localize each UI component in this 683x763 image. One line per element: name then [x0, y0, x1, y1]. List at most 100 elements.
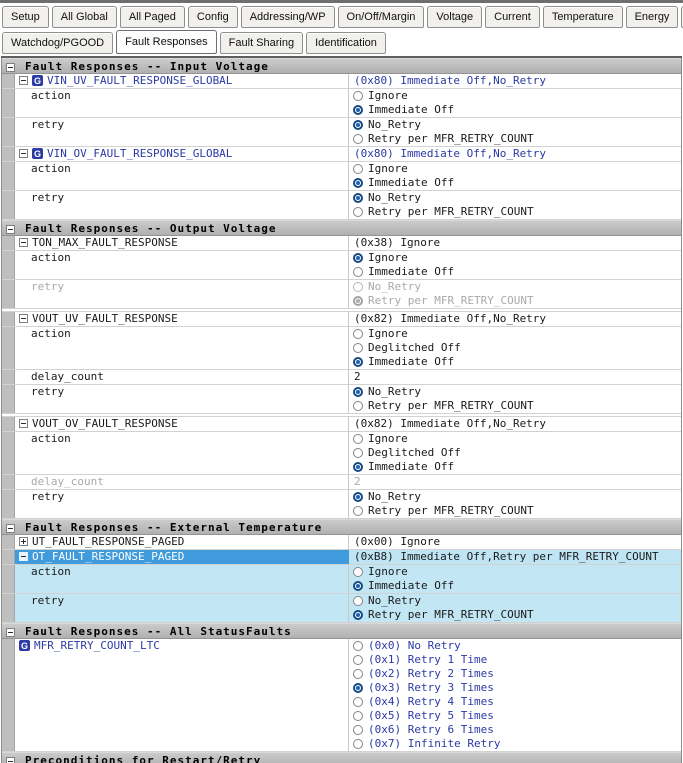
radio-option[interactable]: Retry per MFR_RETRY_COUNT: [349, 132, 681, 146]
radio-icon[interactable]: [353, 207, 363, 217]
radio-icon[interactable]: [353, 669, 363, 679]
radio-option[interactable]: (0x4) Retry 4 Times: [349, 695, 681, 709]
radio-icon[interactable]: [353, 329, 363, 339]
radio-option[interactable]: Retry per MFR_RETRY_COUNT: [349, 205, 681, 219]
radio-selected-icon[interactable]: [353, 462, 363, 472]
collapse-icon[interactable]: [19, 419, 28, 428]
radio-icon[interactable]: [353, 434, 363, 444]
tab-current[interactable]: Current: [485, 6, 540, 28]
radio-option[interactable]: Ignore: [349, 432, 681, 446]
radio-icon[interactable]: [353, 725, 363, 735]
expand-icon[interactable]: [19, 537, 28, 546]
radio-icon[interactable]: [353, 655, 363, 665]
radio-icon[interactable]: [353, 134, 363, 144]
radio-option[interactable]: No_Retry: [349, 594, 681, 608]
tab-config[interactable]: Config: [188, 6, 238, 28]
param-row-mfr-retry-count-ltc[interactable]: G MFR_RETRY_COUNT_LTC (0x0) No Retry (0x…: [2, 639, 681, 752]
collapse-icon[interactable]: [19, 314, 28, 323]
radio-option[interactable]: Deglitched Off: [349, 446, 681, 460]
tab-setup[interactable]: Setup: [2, 6, 49, 28]
radio-selected-icon[interactable]: [353, 253, 363, 263]
collapse-icon[interactable]: [19, 149, 28, 158]
radio-icon[interactable]: [353, 739, 363, 749]
radio-option[interactable]: No_Retry: [349, 490, 681, 504]
radio-icon[interactable]: [353, 343, 363, 353]
collapse-icon[interactable]: [19, 76, 28, 85]
radio-selected-icon[interactable]: [353, 610, 363, 620]
tab-identification[interactable]: Identification: [306, 32, 386, 54]
tab-energy[interactable]: Energy: [626, 6, 679, 28]
collapse-icon[interactable]: [19, 552, 28, 561]
collapse-icon[interactable]: [6, 757, 15, 763]
radio-selected-icon[interactable]: [353, 193, 363, 203]
param-row-vin-ov-fault-response-global[interactable]: G VIN_OV_FAULT_RESPONSE_GLOBAL (0x80) Im…: [2, 147, 681, 162]
radio-selected-icon[interactable]: [353, 105, 363, 115]
tab-all-paged[interactable]: All Paged: [120, 6, 185, 28]
radio-icon[interactable]: [353, 448, 363, 458]
radio-option[interactable]: Immediate Off: [349, 355, 681, 369]
param-row-ot-fault-response-paged-selected[interactable]: OT_FAULT_RESPONSE_PAGED (0xB8) Immediate…: [2, 550, 681, 565]
radio-selected-icon[interactable]: [353, 178, 363, 188]
radio-option[interactable]: Ignore: [349, 162, 681, 176]
radio-icon[interactable]: [353, 641, 363, 651]
radio-option[interactable]: No_Retry: [349, 191, 681, 205]
param-row-vin-uv-fault-response-global[interactable]: G VIN_UV_FAULT_RESPONSE_GLOBAL (0x80) Im…: [2, 74, 681, 89]
radio-icon[interactable]: [353, 164, 363, 174]
radio-option[interactable]: (0x7) Infinite Retry: [349, 737, 681, 751]
tab-voltage[interactable]: Voltage: [427, 6, 482, 28]
param-row-ut-fault-response-paged[interactable]: UT_FAULT_RESPONSE_PAGED (0x00) Ignore: [2, 535, 681, 550]
tab-fault-sharing[interactable]: Fault Sharing: [220, 32, 303, 54]
tab-temperature[interactable]: Temperature: [543, 6, 623, 28]
radio-icon[interactable]: [353, 91, 363, 101]
radio-option[interactable]: Retry per MFR_RETRY_COUNT: [349, 504, 681, 518]
radio-option[interactable]: Retry per MFR_RETRY_COUNT: [349, 399, 681, 413]
radio-option[interactable]: (0x0) No Retry: [349, 639, 681, 653]
radio-selected-icon[interactable]: [353, 387, 363, 397]
collapse-icon[interactable]: [6, 63, 15, 72]
param-row-ton-max-fault-response[interactable]: TON_MAX_FAULT_RESPONSE (0x38) Ignore: [2, 236, 681, 251]
radio-option[interactable]: Immediate Off: [349, 176, 681, 190]
collapse-icon[interactable]: [6, 628, 15, 637]
radio-option[interactable]: Ignore: [349, 565, 681, 579]
row-label: delay_count: [15, 475, 349, 489]
tab-addressing-wp[interactable]: Addressing/WP: [241, 6, 335, 28]
radio-icon[interactable]: [353, 596, 363, 606]
radio-option[interactable]: (0x5) Retry 5 Times: [349, 709, 681, 723]
radio-option[interactable]: Deglitched Off: [349, 341, 681, 355]
radio-option[interactable]: Ignore: [349, 251, 681, 265]
radio-icon[interactable]: [353, 506, 363, 516]
radio-option[interactable]: (0x6) Retry 6 Times: [349, 723, 681, 737]
tab-all-global[interactable]: All Global: [52, 6, 117, 28]
radio-selected-icon[interactable]: [353, 357, 363, 367]
radio-icon[interactable]: [353, 401, 363, 411]
radio-selected-icon[interactable]: [353, 581, 363, 591]
radio-option[interactable]: Ignore: [349, 89, 681, 103]
delay-count-value[interactable]: 2: [349, 370, 681, 384]
radio-icon[interactable]: [353, 697, 363, 707]
radio-icon[interactable]: [353, 567, 363, 577]
radio-option[interactable]: Immediate Off: [349, 103, 681, 117]
collapse-icon[interactable]: [19, 238, 28, 247]
radio-selected-icon[interactable]: [353, 120, 363, 130]
radio-option[interactable]: No_Retry: [349, 118, 681, 132]
radio-option[interactable]: Immediate Off: [349, 579, 681, 593]
radio-icon[interactable]: [353, 711, 363, 721]
param-row-vout-uv-fault-response[interactable]: VOUT_UV_FAULT_RESPONSE (0x82) Immediate …: [2, 312, 681, 327]
radio-selected-icon[interactable]: [353, 492, 363, 502]
radio-icon[interactable]: [353, 267, 363, 277]
radio-option[interactable]: Ignore: [349, 327, 681, 341]
collapse-icon[interactable]: [6, 524, 15, 533]
tab-fault-responses[interactable]: Fault Responses: [116, 30, 217, 54]
collapse-icon[interactable]: [6, 225, 15, 234]
radio-option[interactable]: Retry per MFR_RETRY_COUNT: [349, 608, 681, 622]
radio-option[interactable]: (0x1) Retry 1 Time: [349, 653, 681, 667]
radio-option[interactable]: (0x3) Retry 3 Times: [349, 681, 681, 695]
radio-option[interactable]: Immediate Off: [349, 265, 681, 279]
tab-on-off-margin[interactable]: On/Off/Margin: [338, 6, 425, 28]
radio-option[interactable]: Immediate Off: [349, 460, 681, 474]
radio-option[interactable]: (0x2) Retry 2 Times: [349, 667, 681, 681]
radio-option[interactable]: No_Retry: [349, 385, 681, 399]
tab-watchdog-pgood[interactable]: Watchdog/PGOOD: [2, 32, 113, 54]
radio-selected-icon[interactable]: [353, 683, 363, 693]
param-row-vout-ov-fault-response[interactable]: VOUT_OV_FAULT_RESPONSE (0x82) Immediate …: [2, 417, 681, 432]
